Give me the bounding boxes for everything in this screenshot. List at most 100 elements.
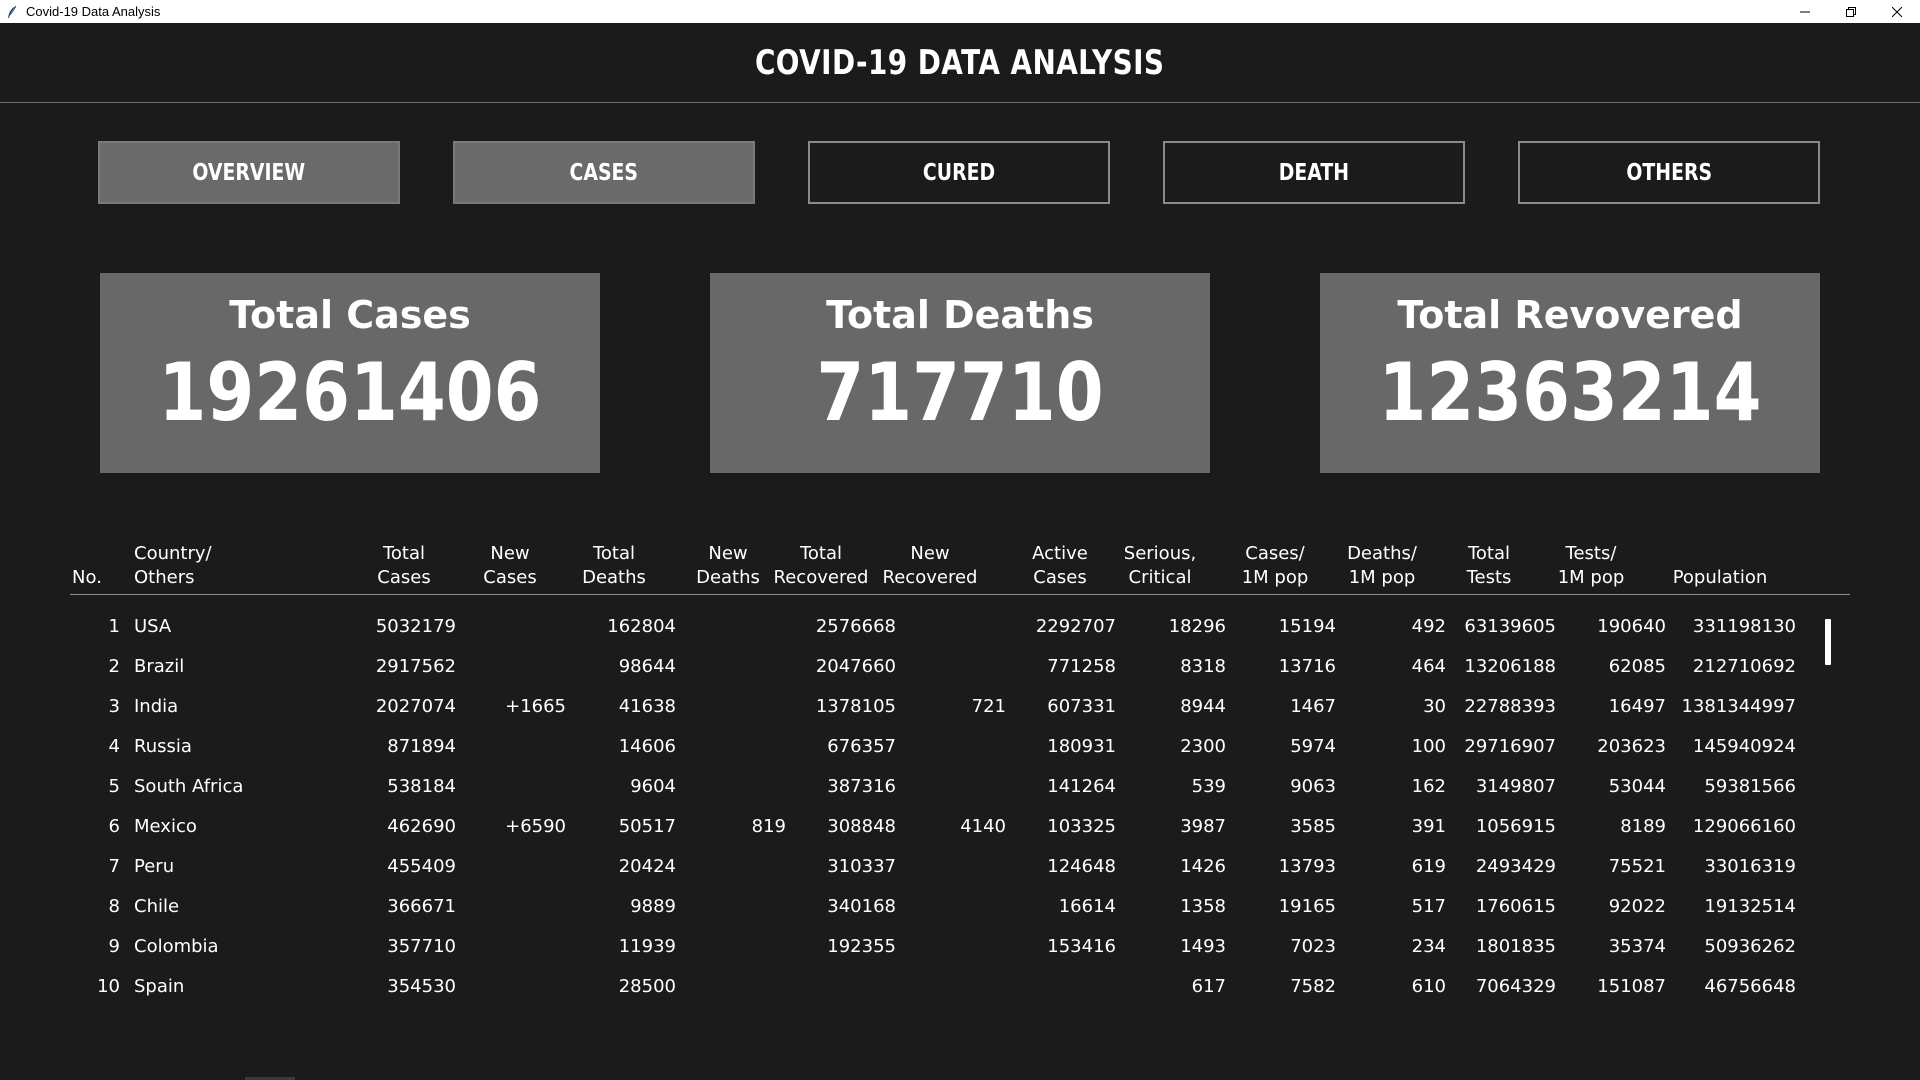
cell-serious-critical: 539 [1191,776,1226,797]
header-line: Deaths/ [1347,543,1417,564]
header-population: Population [1660,566,1780,590]
cell-no: 9 [108,936,120,957]
cell-tests-per-1m: 75521 [1608,856,1666,877]
cell-total-tests: 3149807 [1475,776,1556,797]
cell-cases-per-1m: 7582 [1290,976,1336,997]
header-line: Cases [377,567,431,588]
header-line: No. [72,567,102,588]
table-row[interactable]: 5 South Africa 538184 9604 387316 141264 539 90… [70,765,1850,805]
header-no: No. [27,566,147,590]
cell-population: 129066160 [1692,816,1796,837]
others-button[interactable]: OTHERS [1518,141,1820,204]
cell-country: Chile [134,896,180,917]
death-button-label: DEATH [1278,159,1350,186]
total-recovered-title: Total Revovered [1397,293,1743,337]
table-row[interactable]: 1 USA 5032179 162804 2576668 2292707 18296 1519… [70,605,1850,645]
cell-serious-critical: 1426 [1180,856,1226,877]
cell-country: Mexico [134,816,197,837]
cell-deaths-per-1m: 234 [1411,936,1446,957]
others-button-label: OTHERS [1626,159,1712,186]
cell-total-tests: 22788393 [1464,696,1556,717]
cell-total-cases: 357710 [387,936,456,957]
cell-deaths-per-1m: 492 [1411,616,1446,637]
cell-cases-per-1m: 5974 [1290,736,1336,757]
minimize-button[interactable] [1782,0,1828,23]
cell-total-recovered: 1378105 [815,696,896,717]
cell-total-cases: 871894 [387,736,456,757]
cell-population: 19132514 [1704,896,1796,917]
cell-total-tests: 63139605 [1464,616,1556,637]
cell-no: 2 [108,656,120,677]
page-title: COVID-19 DATA ANALYSIS [755,42,1165,83]
table-scrollbar[interactable] [1824,615,1832,990]
cell-total-tests: 13206188 [1464,656,1556,677]
cell-no: 7 [108,856,120,877]
table-row[interactable]: 2 Brazil 2917562 98644 2047660 771258 8318 1371… [70,645,1850,685]
cell-total-tests: 7064329 [1475,976,1556,997]
total-deaths-value: 717710 [816,346,1104,439]
cell-active-cases: 16614 [1058,896,1116,917]
total-cases-title: Total Cases [229,293,471,337]
cell-deaths-per-1m: 162 [1411,776,1446,797]
cell-serious-critical: 1493 [1180,936,1226,957]
cell-cases-per-1m: 13793 [1278,856,1336,877]
cell-no: 5 [108,776,120,797]
cell-population: 1381344997 [1681,696,1796,717]
header-deaths-per-1m: Deaths/1M pop [1322,542,1442,590]
cell-population: 145940924 [1692,736,1796,757]
cell-active-cases: 607331 [1047,696,1116,717]
cell-tests-per-1m: 62085 [1608,656,1666,677]
cell-country: Russia [134,736,192,757]
cases-button[interactable]: CASES [453,141,755,204]
cell-country: USA [134,616,172,637]
cell-total-deaths: 9889 [630,896,676,917]
cell-cases-per-1m: 19165 [1278,896,1336,917]
table-row[interactable]: 7 Peru 455409 20424 310337 124648 1426 13793 619… [70,845,1850,885]
cell-total-deaths: 11939 [618,936,676,957]
cell-serious-critical: 3987 [1180,816,1226,837]
header-line: Cases [483,567,537,588]
scrollbar-thumb[interactable] [1825,619,1831,665]
table-row[interactable]: 6 Mexico 462690 +6590 50517 819 308848 4140 1033… [70,805,1850,845]
cell-deaths-per-1m: 30 [1423,696,1446,717]
cell-no: 10 [97,976,120,997]
total-deaths-card: Total Deaths 717710 [710,273,1210,473]
restore-button[interactable] [1828,0,1874,23]
table-row[interactable]: 4 Russia 871894 14606 676357 180931 2300 5974 10… [70,725,1850,765]
cured-button[interactable]: CURED [808,141,1110,204]
cell-new-recovered: 721 [971,696,1006,717]
cell-active-cases: 124648 [1047,856,1116,877]
cell-total-tests: 1760615 [1475,896,1556,917]
cell-total-recovered: 308848 [827,816,896,837]
cell-country: India [134,696,179,717]
overview-button[interactable]: OVERVIEW [98,141,400,204]
cell-deaths-per-1m: 464 [1411,656,1446,677]
header-new-recovered: New Recovered [870,542,990,590]
death-button[interactable]: DEATH [1163,141,1465,204]
cell-country: Brazil [134,656,185,677]
table-row[interactable]: 10 Spain 354530 28500 617 7582 610 7064329 15108… [70,965,1850,1005]
cell-tests-per-1m: 8189 [1620,816,1666,837]
header-total-recovered: Total Recovered [761,542,881,590]
cell-population: 331198130 [1692,616,1796,637]
cell-total-tests: 1056915 [1475,816,1556,837]
cell-total-recovered: 310337 [827,856,896,877]
header-line: Deaths [582,567,646,588]
window-titlebar: Covid-19 Data Analysis [0,0,1920,23]
header-serious-critical: Serious, Critical [1100,542,1220,590]
cell-population: 46756648 [1704,976,1796,997]
header-line: Serious, [1123,543,1197,564]
header-line: Country/ [134,543,212,564]
table-row[interactable]: 3 India 2027074 +1665 41638 1378105 721 607331 8… [70,685,1850,725]
header-line: Recovered [773,567,869,588]
cell-serious-critical: 1358 [1180,896,1226,917]
cell-cases-per-1m: 13716 [1278,656,1336,677]
table-row[interactable]: 9 Colombia 357710 11939 192355 153416 1493 7023… [70,925,1850,965]
table-row[interactable]: 8 Chile 366671 9889 340168 16614 1358 19165 517 1… [70,885,1850,925]
cell-population: 50936262 [1704,936,1796,957]
cell-total-deaths: 50517 [618,816,676,837]
header-total-cases: Total Cases [344,542,464,590]
cell-active-cases: 2292707 [1035,616,1116,637]
cases-button-label: CASES [569,159,639,186]
close-button[interactable] [1874,0,1920,23]
